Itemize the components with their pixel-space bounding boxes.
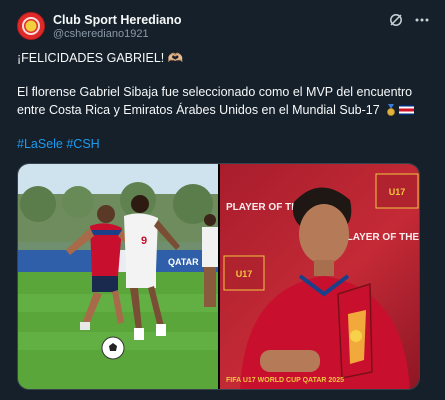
hashtag-lasele[interactable]: #LaSele bbox=[17, 137, 63, 151]
hashtag-row: #LaSele #CSH bbox=[17, 137, 100, 151]
mvp-player bbox=[240, 187, 410, 389]
mvp-trophy bbox=[337, 282, 373, 379]
match-action-photo[interactable]: QATAR 9 bbox=[18, 164, 218, 389]
grok-icon[interactable] bbox=[388, 12, 404, 28]
gold-medal-icon bbox=[387, 104, 396, 116]
hashtag-csh[interactable]: #CSH bbox=[66, 137, 99, 151]
tweet-body: El florense Gabriel Sibaja fue seleccion… bbox=[17, 83, 429, 119]
svg-text:U17: U17 bbox=[389, 187, 406, 197]
backdrop-title-2: PLAYER OF THE MATCH bbox=[340, 232, 420, 243]
more-icon[interactable] bbox=[414, 12, 430, 28]
club-crest-ring bbox=[22, 17, 40, 35]
mvp-award-illustration: PLAYER OF THE MATCH PLAYER OF THE MATCH … bbox=[223, 173, 420, 389]
display-name[interactable]: Club Sport Herediano bbox=[53, 13, 181, 27]
match-action-illustration: QATAR 9 bbox=[18, 182, 218, 389]
svg-text:U17: U17 bbox=[236, 269, 253, 279]
club-avatar[interactable] bbox=[17, 12, 45, 40]
media-grid: QATAR 9 PLAYER OF THE MATCH PLAYER OF TH… bbox=[17, 163, 420, 390]
event-logo-text: FIFA U17 WORLD CUP QATAR 2025 bbox=[226, 377, 344, 384]
background-player bbox=[202, 214, 218, 307]
mvp-award-photo[interactable]: PLAYER OF THE MATCH PLAYER OF THE MATCH … bbox=[220, 164, 420, 389]
tweet-body-text: El florense Gabriel Sibaja fue seleccion… bbox=[17, 85, 413, 117]
shirt-number: 9 bbox=[141, 235, 147, 247]
soccer-ball bbox=[101, 336, 125, 360]
account-handle[interactable]: @csherediano1921 bbox=[53, 28, 149, 40]
tweet-headline: ¡FELICIDADES GABRIEL! 🫶🏼 bbox=[17, 51, 184, 65]
costa-rica-flag-icon bbox=[399, 105, 415, 115]
board-text: QATAR bbox=[168, 257, 199, 267]
tweet-card[interactable]: Club Sport Herediano @csherediano1921 ¡F… bbox=[0, 0, 445, 400]
